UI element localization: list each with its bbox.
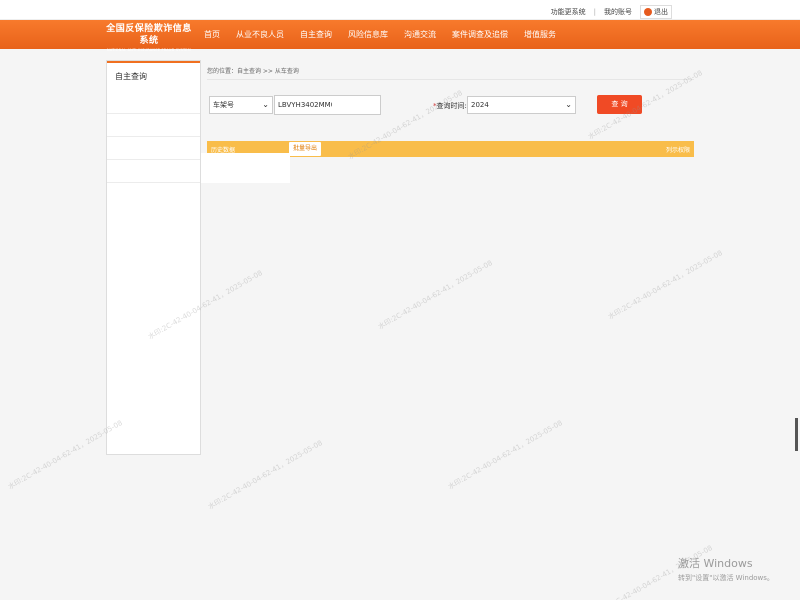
nav-item-bad-practitioners[interactable]: 从业不良人员 [236,20,284,49]
query-time-value: 2024 [471,101,489,109]
sidebar-item[interactable] [107,114,200,137]
scrollbar-thumb[interactable] [795,418,798,451]
watermark: 水印:2C-42-40-04-62-41，2025-05-08 [376,258,494,332]
account-link[interactable]: 我的账号 [604,7,632,17]
logout-button[interactable]: 退出 [640,5,672,19]
activation-title: 激活 Windows [678,557,753,570]
sidebar-item[interactable] [107,91,200,114]
nav-item-self-query[interactable]: 自主查询 [300,20,332,49]
query-type-value: 车架号 [213,101,234,109]
sidebar-title[interactable]: 自主查询 [107,61,200,91]
power-icon [644,8,652,16]
activation-subtitle: 转到"设置"以激活 Windows。 [678,574,774,582]
top-utility-bar: 功能更系统 | 我的账号 退出 [0,0,800,20]
separator: | [593,8,596,16]
redaction-mask [332,96,360,114]
site-logo[interactable]: 全国反保险欺诈信息系统 NATIONAL ANTI-INSURANCE FRAU… [104,23,194,52]
logout-label: 退出 [654,8,668,16]
vin-input[interactable]: LBVYH3402MM0355 [274,95,381,115]
chevron-down-icon: ⌄ [262,100,269,109]
redaction-mask [201,153,290,183]
query-type-select[interactable]: 车架号 ⌄ [209,96,273,114]
watermark: 水印:2C-42-40-04-62-41，2025-05-08 [206,438,324,512]
main-navbar: 全国反保险欺诈信息系统 NATIONAL ANTI-INSURANCE FRAU… [0,20,800,52]
nav-item-case-investigation[interactable]: 案件调查及追偿 [452,20,508,49]
top-links: 功能更系统 | 我的账号 退出 [551,5,672,19]
nav-item-risk-db[interactable]: 风险信息库 [348,20,388,49]
chevron-down-icon: ⌄ [565,100,572,109]
logo-title-cn: 全国反保险欺诈信息系统 [106,24,192,46]
nav-item-home[interactable]: 首页 [204,20,220,49]
windows-activation-notice: 激活 Windows 转到"设置"以激活 Windows。 [678,555,774,583]
logo-title-en: NATIONAL ANTI-INSURANCE FRAUD SYSTEM [107,48,191,52]
batch-export-button[interactable]: 批量导出 [289,142,322,156]
watermark: 水印:2C-42-40-04-62-41，2025-05-08 [6,418,124,492]
watermark: 水印:2C-42-40-04-62-41，2025-05-08 [606,248,724,322]
nav-item-value-added[interactable]: 增值服务 [524,20,556,49]
breadcrumb: 您的位置：自主查询 >> 从车查询 [207,60,694,80]
column-permission-label[interactable]: 列示权限 [666,145,690,154]
sidebar-item[interactable] [107,160,200,183]
sidebar: 自主查询 [106,60,201,455]
nav-menu: 首页 从业不良人员 自主查询 风险信息库 沟通交流 案件调查及追偿 增值服务 [204,20,572,49]
nav-item-communication[interactable]: 沟通交流 [404,20,436,49]
watermark: 水印:2C-42-40-04-62-41，2025-05-08 [446,418,564,492]
sidebar-item[interactable] [107,137,200,160]
query-time-select[interactable]: 2024 ⌄ [467,96,576,114]
system-link[interactable]: 功能更系统 [551,7,586,17]
